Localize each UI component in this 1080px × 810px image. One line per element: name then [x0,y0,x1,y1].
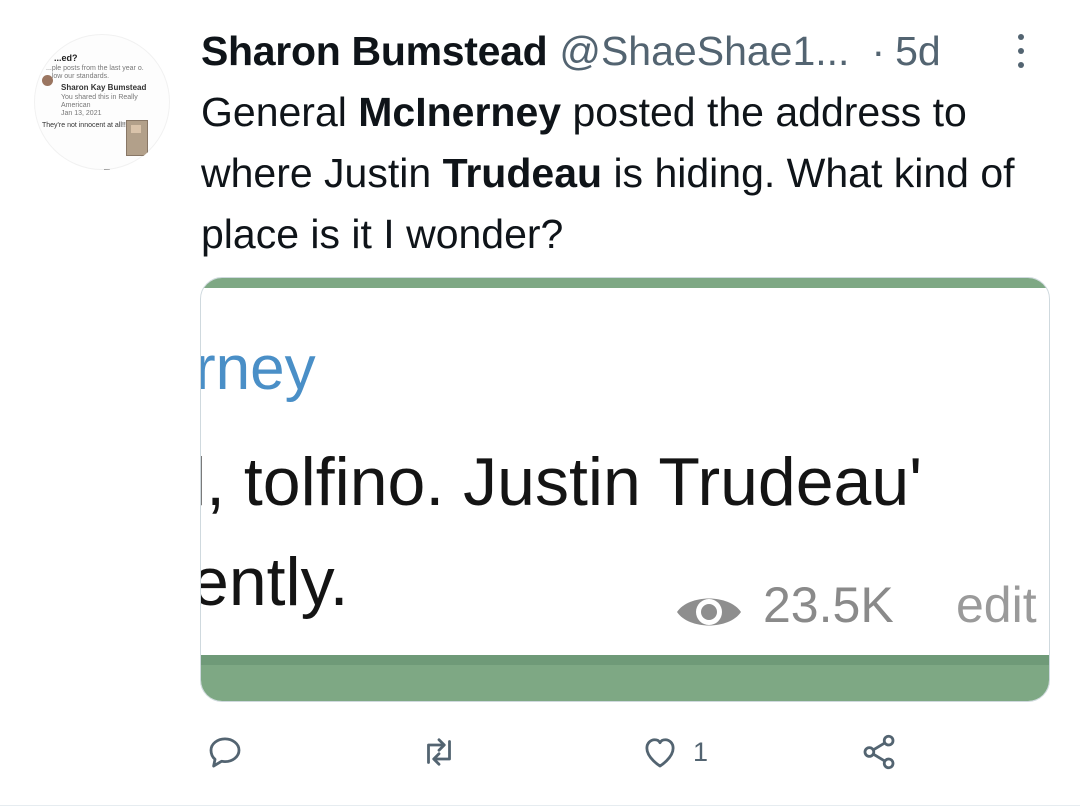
avatar-text-name: Sharon Kay Bumstead [61,83,147,92]
avatar-text-line4: American [61,102,91,109]
media-text-line1: l, tolfino. Justin Trudeau' [200,444,923,520]
share-button[interactable] [858,731,900,773]
avatar-dash [104,169,110,170]
reply-button[interactable] [204,731,258,773]
retweet-button[interactable] [418,731,472,773]
media-edited-label: edit [956,577,1037,633]
media-text-line2: ently. [200,544,349,620]
like-icon [645,738,675,768]
share-icon [863,734,895,770]
tweet-media-image[interactable]: rney l, tolfino. Justin Trudeau' ently. … [200,277,1050,702]
time-separator: · [871,28,886,74]
avatar-text-title: ...ed? [54,53,78,63]
tweet-text-bold-trudeau: Trudeau [442,150,603,196]
tweet-divider [0,805,1080,806]
avatar-text-line3: You shared this in Really [61,94,138,101]
reply-icon [209,737,241,768]
tweet-text: General McInerney posted the address to … [201,82,1041,265]
like-button[interactable]: 1 [639,731,708,773]
avatar-text-line1: ...ple posts from the last year o. [46,65,144,72]
user-handle[interactable]: @ShaeShae1... [559,26,849,76]
more-dots-icon[interactable] [1013,34,1029,68]
media-view-count: 23.5K [763,577,894,633]
avatar-inner-photo [42,75,53,86]
media-top-band [201,278,1049,288]
avatar-text-line5: They're not innocent at all!! [42,122,126,129]
media-bottom-band-edge [201,655,1049,665]
like-count: 1 [693,736,709,767]
eye-icon [677,598,741,626]
retweet-icon [427,738,451,766]
avatar-text-line2: ...low our standards. [46,73,110,80]
tweet-header: Sharon Bumstead @ShaeShae1... · 5d [201,26,941,76]
avatar[interactable]: ...ed? ...ple posts from the last year o… [34,34,170,170]
display-name[interactable]: Sharon Bumstead [201,26,548,76]
avatar-thumbnail [126,120,148,156]
tweet-text-part: General [201,89,359,135]
timestamp[interactable]: 5d [895,26,941,76]
media-name-fragment: rney [200,334,316,403]
tweet-text-bold-mcinerney: McInerney [358,89,562,135]
avatar-text-date: Jan 13, 2021 [61,110,102,117]
